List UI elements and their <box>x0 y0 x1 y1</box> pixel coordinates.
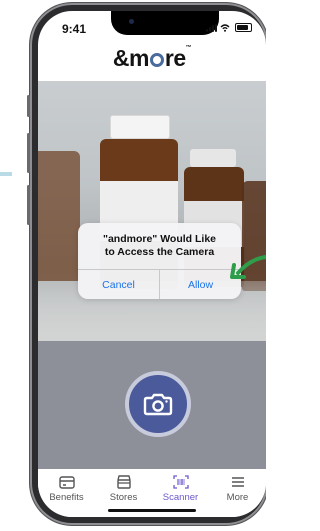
volume-up-button <box>27 133 30 173</box>
logo-o-icon <box>149 53 164 67</box>
battery-icon <box>235 23 252 32</box>
tab-benefits[interactable]: Benefits <box>38 469 95 517</box>
front-camera <box>129 19 134 24</box>
camera-permission-dialog: "andmore" Would Like to Access the Camer… <box>78 223 241 299</box>
wifi-icon <box>220 24 230 32</box>
screen: 9:41 &m re™ "andmore" Would Like to Acce… <box>38 11 266 517</box>
accent-line <box>0 172 12 176</box>
menu-icon <box>231 477 244 487</box>
tab-label: Benefits <box>49 492 84 503</box>
dialog-title: "andmore" Would Like to Access the Camer… <box>102 233 217 258</box>
barcode-scanner-icon <box>172 475 189 489</box>
cancel-button[interactable]: Cancel <box>78 270 159 299</box>
tab-label: More <box>226 492 249 503</box>
volume-down-button <box>27 185 30 225</box>
signal-icon <box>206 24 217 32</box>
page: 9:41 &m re™ "andmore" Would Like to Acce… <box>0 0 266 531</box>
tab-label: Scanner <box>162 492 199 503</box>
tab-label: Stores <box>109 492 138 503</box>
tab-more[interactable]: More <box>209 469 266 517</box>
app-logo: &m re™ <box>112 45 192 71</box>
capture-button[interactable] <box>125 371 191 437</box>
camera-icon <box>143 393 173 416</box>
camera-feed <box>38 81 266 341</box>
store-icon <box>116 475 131 489</box>
status-time: 9:41 <box>62 22 87 36</box>
wallet-icon <box>58 475 75 489</box>
pointer-arrow-icon <box>230 255 266 279</box>
mute-switch <box>27 95 30 117</box>
notch <box>111 11 219 35</box>
status-icons <box>206 23 252 32</box>
home-indicator <box>108 509 196 512</box>
